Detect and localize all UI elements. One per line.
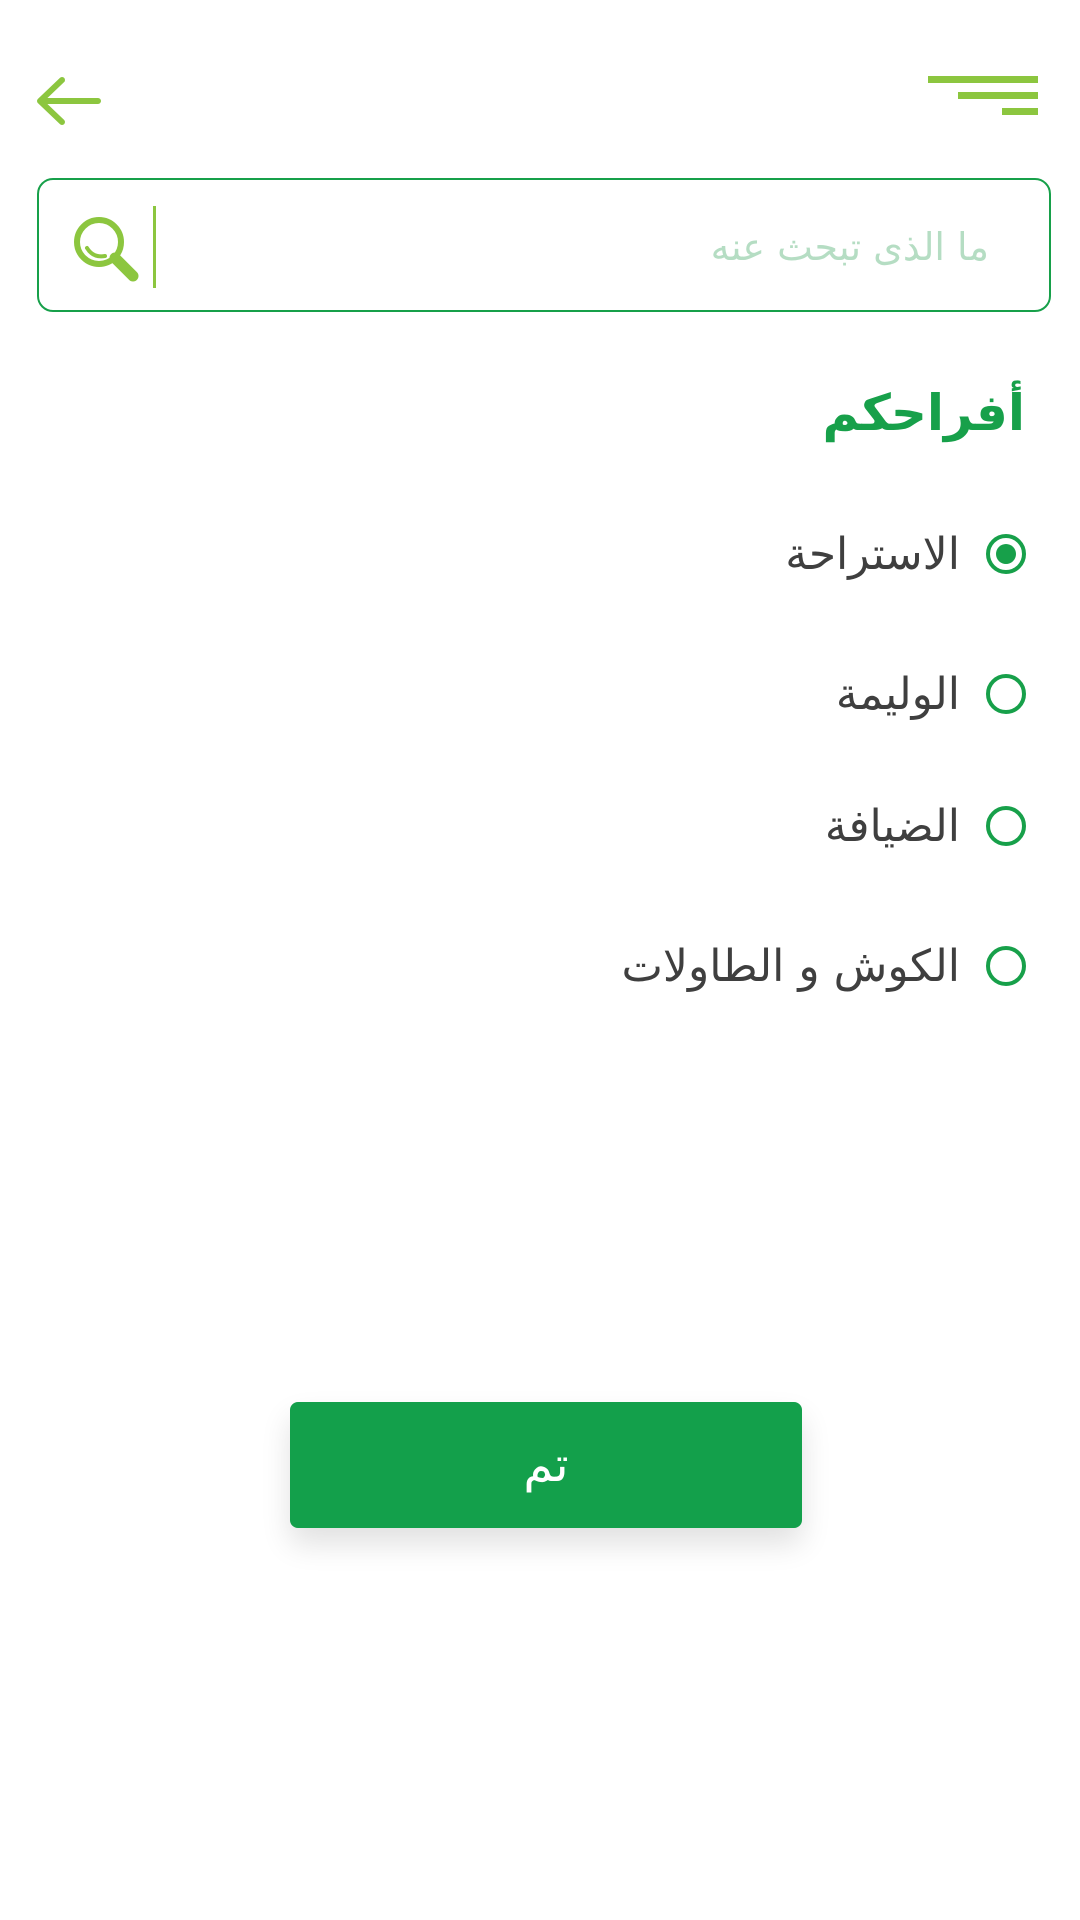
search-bar [37, 178, 1051, 312]
option-diyafa[interactable]: الضيافة [825, 786, 1026, 866]
done-button[interactable]: تم [290, 1402, 802, 1528]
option-waleema[interactable]: الوليمة [836, 654, 1026, 734]
arrow-left-icon [37, 77, 101, 125]
option-label: الاستراحة [785, 528, 960, 580]
search-icon[interactable] [69, 212, 141, 284]
search-input[interactable] [179, 204, 1009, 290]
hamburger-menu-icon [928, 76, 1038, 115]
radio-unselected-icon[interactable] [986, 806, 1026, 846]
option-label: الوليمة [835, 668, 960, 720]
options-list: الاستراحة الوليمة الضيافة الكوش و الطاول… [0, 500, 1080, 1020]
option-label: الضيافة [824, 800, 960, 852]
top-bar [0, 0, 1080, 180]
back-button[interactable] [30, 66, 110, 136]
radio-unselected-icon[interactable] [986, 946, 1026, 986]
radio-selected-icon[interactable] [986, 534, 1026, 574]
menu-button[interactable] [920, 70, 1040, 130]
search-divider [153, 206, 156, 288]
section-title: أفراحكم [822, 384, 1025, 442]
radio-unselected-icon[interactable] [986, 674, 1026, 714]
option-kosha-tables[interactable]: الكوش و الطاولات [621, 926, 1026, 1006]
option-label: الكوش و الطاولات [621, 940, 961, 992]
option-istiraha[interactable]: الاستراحة [785, 514, 1026, 594]
